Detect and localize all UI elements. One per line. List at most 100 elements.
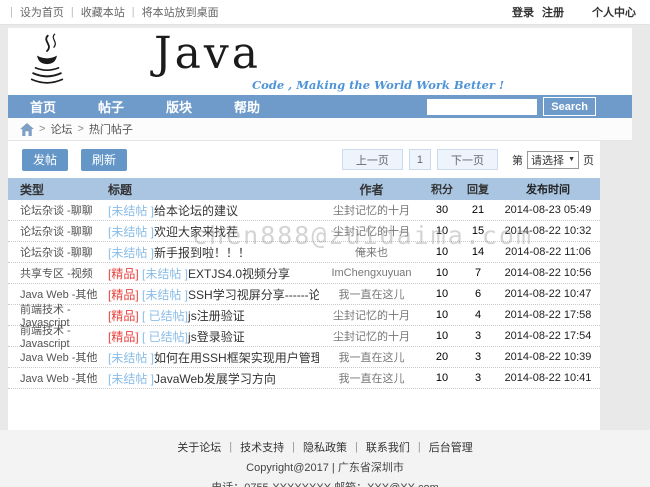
footer-link-about[interactable]: 关于论坛 (177, 439, 221, 455)
post-type: Java Web -其他 (20, 289, 98, 301)
post-replies: 7 (474, 267, 482, 279)
post-title-cell: [未结帖 ]如何在用SSH框架实现用户管理系统时，在登录界面... (108, 349, 319, 366)
footer-link-contact[interactable]: 联系我们 (366, 439, 410, 455)
breadcrumb-forum[interactable]: 论坛 (50, 121, 72, 137)
nav-item-posts[interactable]: 帖子 (98, 97, 144, 116)
status-tag: [未结帖 ] (108, 203, 155, 218)
table-row[interactable]: Java Web -其他 [未结帖 ]如何在用SSH框架实现用户管理系统时，在登录… (8, 347, 600, 368)
post-author: 俺来也 (355, 247, 388, 259)
post-points: 10 (435, 330, 449, 342)
set-homepage-link[interactable]: 设为首页 (20, 4, 64, 20)
breadcrumb: > 论坛 > 热门帖子 (8, 118, 632, 141)
footer-contact-info: 电话：0755-XXXXXXXX 邮箱：XXX@XX.com (0, 479, 650, 487)
status-tag: [未结帖 ] (142, 287, 189, 302)
post-replies: 3 (474, 330, 482, 342)
post-points: 10 (435, 288, 449, 300)
footer-link-support[interactable]: 技术支持 (240, 439, 284, 455)
post-type: Java Web -其他 (20, 373, 98, 385)
post-type: 前端技术 -Javascript (20, 325, 71, 350)
post-title-link[interactable]: EXTJS4.0视频分享 (188, 267, 290, 281)
post-replies: 14 (471, 246, 485, 258)
caret-down-icon: ▼ (568, 156, 575, 163)
footer-copyright: Copyright@2017 | 广东省深圳市 (246, 462, 404, 474)
breadcrumb-hot-posts[interactable]: 热门帖子 (89, 121, 133, 137)
post-time: 2014-08-22 10:47 (504, 288, 592, 300)
table-row[interactable]: 前端技术 -Javascript [精品] [ 已结帖]js登录验证 尘封记忆的十月… (8, 325, 600, 350)
post-title-link[interactable]: 如何在用SSH框架实现用户管理系统时，在登录界面... (154, 351, 319, 365)
post-author: 我一直在这儿 (338, 289, 405, 301)
desktop-shortcut-link[interactable]: 将本站放到桌面 (142, 4, 219, 20)
post-title-link[interactable]: 欢迎大家来找茬 (154, 225, 238, 239)
separator: | (131, 6, 135, 18)
post-title-cell: [精品] [ 已结帖]js登录验证 (108, 328, 319, 345)
post-title-link[interactable]: SSH学习视屏分享------论坛开张推出的优惠哦 ... (188, 288, 319, 302)
post-points: 10 (435, 309, 449, 321)
prev-page-button[interactable]: 上一页 (341, 149, 403, 170)
post-title-link[interactable]: 给本论坛的建议 (154, 204, 238, 218)
post-replies: 4 (474, 309, 482, 321)
status-tag: [未结帖 ] (108, 350, 155, 365)
separator: | (355, 441, 358, 453)
pagination: 上一页 1 下一页 第 请选择 ▼ 页 (341, 149, 594, 170)
status-tag: [未结帖 ] (108, 371, 155, 386)
new-post-button[interactable]: 发帖 (22, 148, 68, 171)
post-replies: 3 (474, 372, 482, 384)
post-title-link[interactable]: js登录验证 (188, 330, 245, 344)
next-page-button[interactable]: 下一页 (437, 149, 498, 170)
premium-tag: [精品] (108, 308, 143, 323)
page-number-button[interactable]: 1 (408, 149, 431, 170)
separator: | (10, 6, 13, 18)
post-title-link[interactable]: 新手报到啦！！！ (154, 246, 250, 260)
column-header-time: 发布时间 (526, 184, 570, 196)
nav-item-help[interactable]: 帮助 (234, 97, 280, 116)
register-link[interactable]: 注册 (542, 4, 564, 20)
topbar-account-links: 登录 注册 个人中心 (512, 4, 636, 20)
search-area: Search (427, 97, 596, 116)
bookmark-site-link[interactable]: 收藏本站 (81, 4, 125, 20)
footer-link-admin[interactable]: 后台管理 (429, 439, 473, 455)
site-footer: 关于论坛 | 技术支持 | 隐私政策 | 联系我们 | 后台管理 Copyrig… (0, 430, 650, 487)
personal-center-link[interactable]: 个人中心 (592, 4, 636, 20)
login-link[interactable]: 登录 (512, 4, 534, 20)
refresh-button[interactable]: 刷新 (81, 148, 127, 171)
search-input[interactable] (427, 98, 538, 115)
nav-item-home[interactable]: 首页 (30, 97, 76, 116)
status-tag: [ 已结帖] (142, 329, 189, 344)
post-type: Java Web -其他 (20, 352, 98, 364)
post-time: 2014-08-22 10:39 (504, 351, 592, 363)
post-time: 2014-08-22 10:56 (504, 267, 592, 279)
post-points: 10 (435, 372, 449, 384)
search-button[interactable]: Search (543, 97, 596, 116)
page-select-dropdown[interactable]: 请选择 ▼ (527, 150, 579, 169)
premium-tag: [精品] (108, 329, 143, 344)
post-replies: 21 (471, 204, 485, 216)
status-tag: [ 已结帖] (142, 308, 189, 323)
column-header-replies: 回复 (467, 184, 489, 196)
site-wrapper: Java Code , Making the World Work Better… (8, 28, 632, 430)
column-header-type: 类型 (20, 182, 45, 197)
jump-suffix-label: 页 (583, 154, 594, 167)
column-header-title: 标题 (108, 182, 133, 197)
table-row[interactable]: 论坛杂谈 -聊聊 [未结帖 ]新手报到啦！！！ 俺来也 10 14 2014-08-22 … (8, 242, 600, 263)
site-header: Java Code , Making the World Work Better… (8, 28, 632, 95)
post-type: 共享专区 -视频 (20, 268, 93, 280)
footer-link-privacy[interactable]: 隐私政策 (303, 439, 347, 455)
page-select-value: 请选择 (531, 154, 564, 167)
separator: | (292, 441, 295, 453)
premium-tag: [精品] (108, 266, 143, 281)
home-icon[interactable] (20, 122, 34, 136)
post-title-link[interactable]: js注册验证 (188, 309, 245, 323)
site-tagline: Code , Making the World Work Better ! (252, 78, 504, 92)
topbar-quick-links: | 设为首页 | 收藏本站 | 将本站放到桌面 (10, 4, 219, 20)
table-row[interactable]: Java Web -其他 [未结帖 ]JavaWeb发展学习方向 我一直在这儿 10 3… (8, 368, 600, 389)
post-title-link[interactable]: JavaWeb发展学习方向 (154, 372, 276, 386)
post-points: 10 (435, 225, 449, 237)
table-body: 论坛杂谈 -聊聊 [未结帖 ]给本论坛的建议 尘封记忆的十月 30 21 2014-08-… (8, 200, 600, 389)
post-author: 尘封记忆的十月 (333, 205, 410, 217)
nav-item-boards[interactable]: 版块 (166, 97, 212, 116)
page-jump: 第 请选择 ▼ 页 (512, 150, 594, 169)
post-replies: 6 (474, 288, 482, 300)
table-row[interactable]: 论坛杂谈 -聊聊 [未结帖 ]欢迎大家来找茬 尘封记忆的十月 10 15 2014-08-… (8, 221, 600, 242)
table-row[interactable]: 论坛杂谈 -聊聊 [未结帖 ]给本论坛的建议 尘封记忆的十月 30 21 2014-08-… (8, 200, 600, 221)
table-row[interactable]: 共享专区 -视频 [精品] [未结帖 ]EXTJS4.0视频分享 ImChengxu… (8, 263, 600, 284)
